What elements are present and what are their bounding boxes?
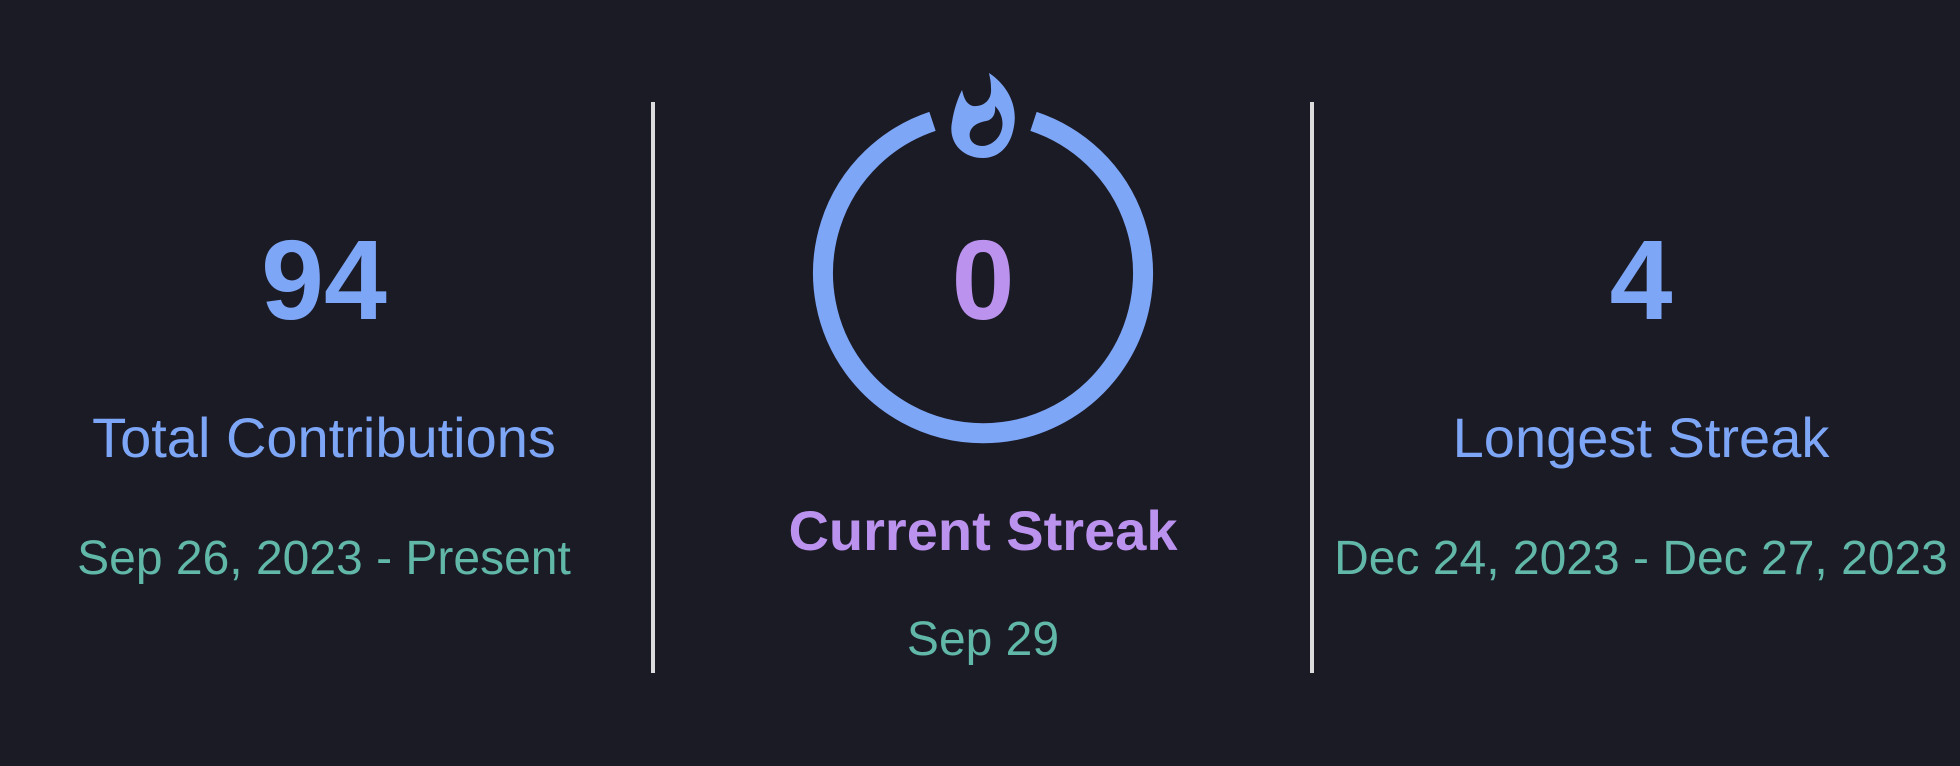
divider-right	[1310, 102, 1314, 673]
current-streak-label: Current Streak	[788, 499, 1178, 562]
current-streak-value: 0	[951, 217, 1015, 343]
longest-streak-range: Dec 24, 2023 - Dec 27, 2023	[1334, 532, 1948, 585]
longest-streak-label: Longest Streak	[1452, 406, 1830, 469]
streak-stats-card: 94 Total Contributions Sep 26, 2023 - Pr…	[0, 0, 1960, 766]
fire-icon	[951, 73, 1015, 158]
current-streak-range: Sep 29	[906, 613, 1060, 666]
longest-streak-value: 4	[1609, 217, 1673, 343]
